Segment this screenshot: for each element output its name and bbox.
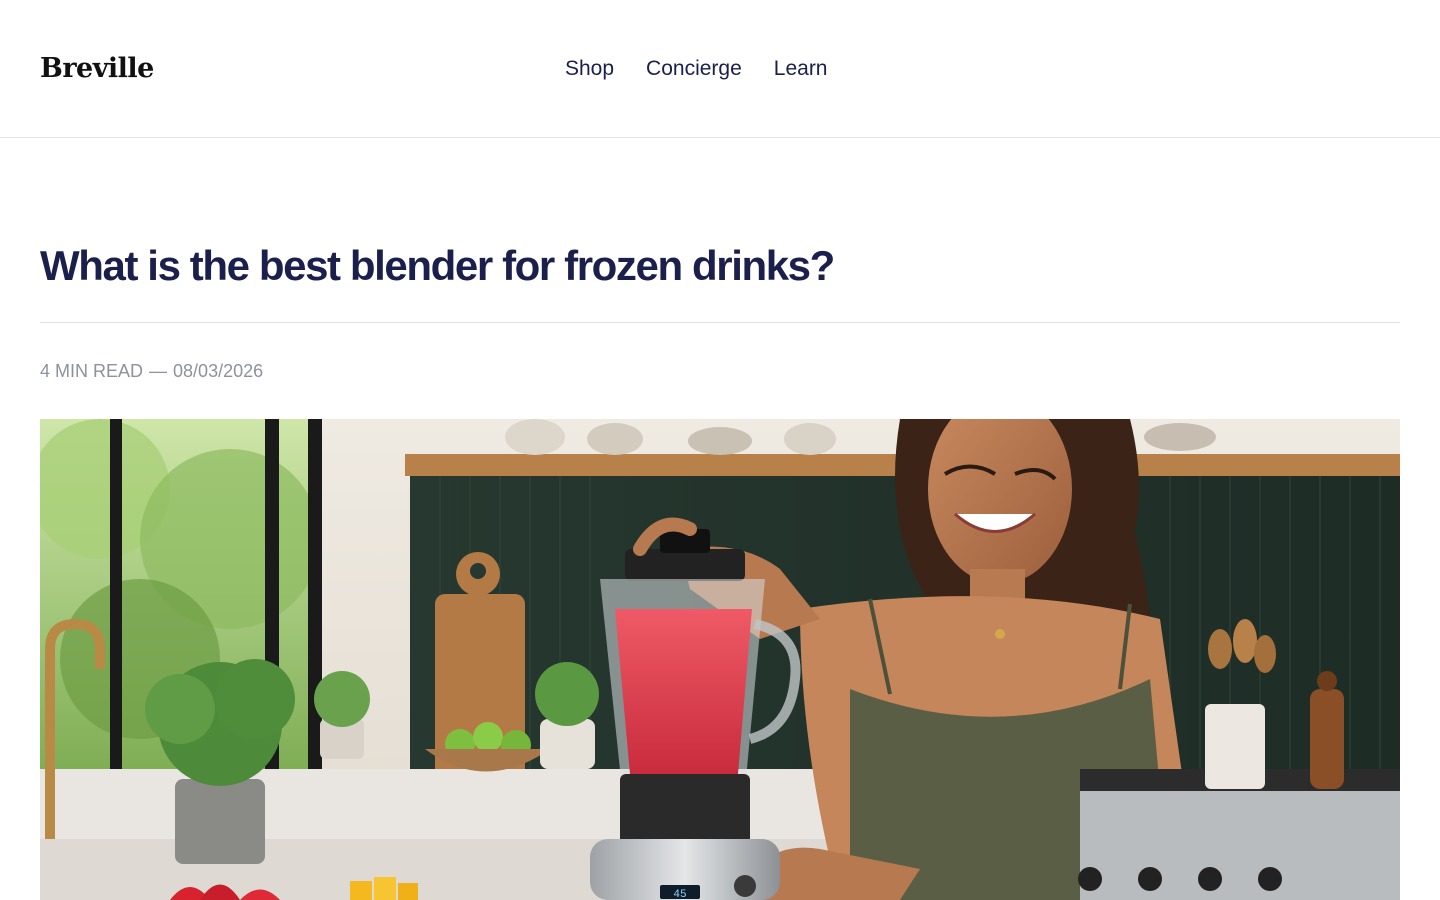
meta-separator: — (149, 361, 168, 381)
breville-logo[interactable]: Breville (40, 54, 154, 84)
nav-learn[interactable]: Learn (774, 54, 828, 84)
read-time: 4 MIN READ (40, 361, 144, 381)
nav-concierge[interactable]: Concierge (646, 54, 742, 84)
article-meta: 4 MIN READ — 08/03/2026 (40, 358, 263, 384)
blender-display: 45 (673, 889, 686, 900)
site-header: Breville Shop Concierge Learn (0, 0, 1440, 138)
article-title: What is the best blender for frozen drin… (40, 242, 835, 289)
hero-image: 45 (40, 419, 1400, 900)
nav-shop[interactable]: Shop (565, 54, 614, 84)
hero-illustration: 45 (40, 419, 1400, 900)
main-nav: Shop Concierge Learn (565, 54, 828, 84)
publish-date: 08/03/2026 (173, 361, 264, 381)
title-divider (40, 322, 1400, 323)
